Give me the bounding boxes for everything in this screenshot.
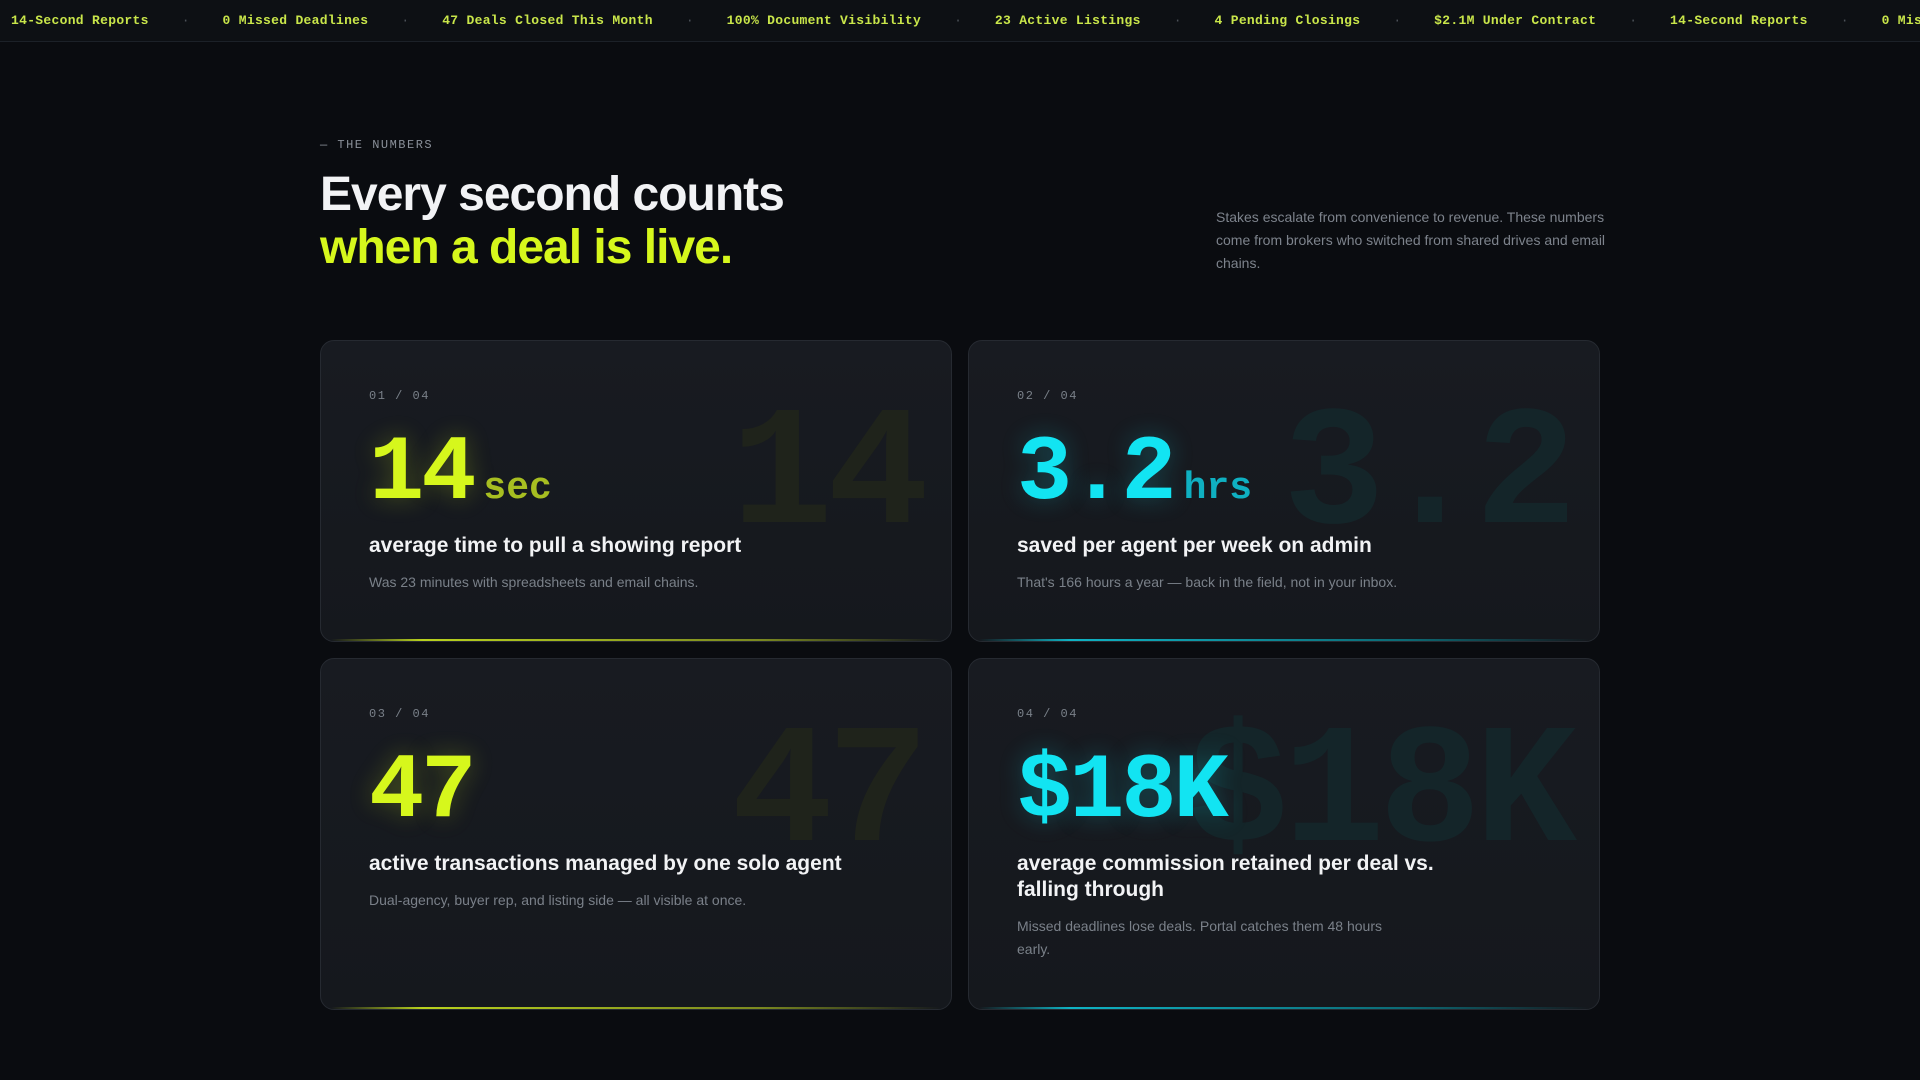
stat-card-active-transactions: 47 03 / 04 47 active transactions manage…: [320, 658, 952, 1010]
card-counter: 01 / 04: [369, 389, 430, 403]
stat-card-commission: $18K 04 / 04 $18K average commission ret…: [968, 658, 1600, 1010]
stat-label: average commission retained per deal vs.…: [1017, 852, 1434, 901]
ticker-separator: ·: [1840, 13, 1849, 28]
ticker-item: 14-Second Reports: [1670, 13, 1808, 28]
stat-card-admin-time: 3.2 02 / 04 3.2 hrs saved per agent per w…: [968, 340, 1600, 642]
stat-card-showing-report: 14 01 / 04 14 sec average time to pull a …: [320, 340, 952, 642]
stat-description: Was 23 minutes with spreadsheets and ema…: [369, 574, 699, 590]
section-headline: Every second counts when a deal is live.: [320, 168, 785, 274]
stat-unit: hrs: [1183, 467, 1253, 510]
accent-line: [331, 639, 941, 641]
stat-unit: sec: [483, 467, 552, 510]
section-eyebrow: — THE NUMBERS: [320, 138, 434, 152]
stat-label: average time to pull a showing report: [369, 534, 742, 557]
stat-value: 3.2 hrs: [1017, 419, 1252, 544]
accent-line: [979, 1007, 1589, 1009]
stat-label: active transactions managed by one solo …: [369, 852, 842, 875]
stat-number: 47: [369, 739, 476, 844]
card-counter: 03 / 04: [369, 707, 430, 721]
stat-description: That's 166 hours a year — back in the fi…: [1017, 574, 1398, 590]
ticker-item: 14-Second Reports: [11, 13, 149, 28]
accent-line: [331, 1007, 941, 1009]
ticker-item: 0 Missed Deadlines: [1881, 13, 1920, 28]
numbers-section: — THE NUMBERS Every second counts when a…: [320, 0, 1605, 1080]
card-counter: 04 / 04: [1017, 707, 1078, 721]
ticker-separator: ·: [181, 13, 190, 28]
stat-value: 14 sec: [369, 419, 552, 544]
stat-value: $18K: [1017, 737, 1229, 847]
stat-description: Missed deadlines lose deals. Portal catc…: [1017, 918, 1382, 957]
headline-line-2-highlight: when a deal is live.: [320, 221, 733, 274]
section-intro: Stakes escalate from convenience to reve…: [1216, 209, 1606, 271]
headline-line-1: Every second counts: [320, 168, 785, 221]
accent-line: [979, 639, 1589, 641]
stat-number: 14: [369, 421, 476, 526]
stat-description: Dual-agency, buyer rep, and listing side…: [369, 892, 747, 908]
stat-value: 47: [369, 737, 476, 847]
card-counter: 02 / 04: [1017, 389, 1078, 403]
stat-label: saved per agent per week on admin: [1017, 534, 1372, 557]
ticker-separator: ·: [1629, 13, 1638, 28]
stat-number: $18K: [1017, 739, 1229, 844]
stat-number: 3.2: [1017, 421, 1177, 526]
